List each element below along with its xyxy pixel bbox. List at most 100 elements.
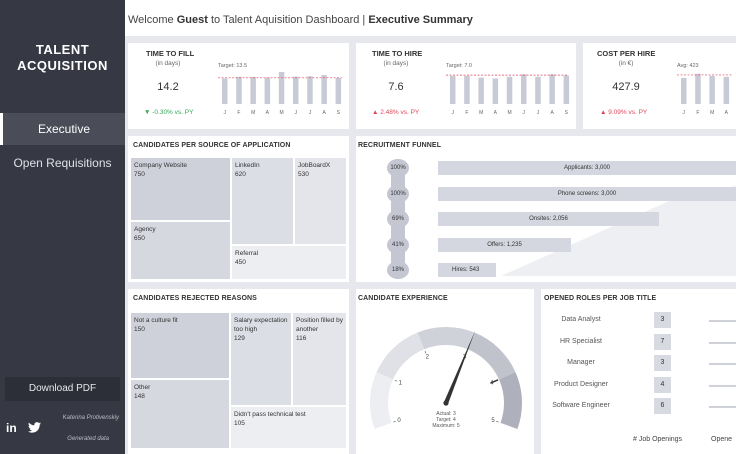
month-label: M bbox=[507, 110, 511, 116]
treemap-cell[interactable]: Other 148 bbox=[130, 379, 230, 449]
spark-bar[interactable] bbox=[293, 76, 299, 104]
spark-bar[interactable] bbox=[521, 74, 527, 104]
kpi-sparkbar-chart: Avg: 423 J F M A bbox=[677, 63, 732, 116]
funnel-stage-bar[interactable]: Hires: 543 bbox=[438, 263, 496, 277]
spark-bar[interactable] bbox=[335, 77, 342, 104]
kpi-title: TIME TO HIRE bbox=[372, 49, 423, 58]
treemap-cell[interactable]: JobBoardX 530 bbox=[294, 157, 347, 245]
candidate-experience-panel: CANDIDATE EXPERIENCE 012345Actual: 3Targ… bbox=[356, 289, 534, 454]
spark-bar[interactable] bbox=[222, 78, 228, 104]
spark-bar[interactable] bbox=[695, 73, 701, 104]
gauge-tick-label: 5 bbox=[491, 418, 495, 424]
role-count[interactable]: 7 bbox=[654, 333, 671, 350]
cell-value: 530 bbox=[298, 171, 309, 178]
funnel-stage-bar[interactable]: Phone screens: 3,000 bbox=[438, 186, 736, 201]
funnel-stage-percent: 100% bbox=[387, 184, 409, 203]
spark-bar[interactable] bbox=[709, 75, 715, 104]
spark-bar[interactable] bbox=[464, 75, 470, 104]
spark-bar[interactable] bbox=[723, 76, 730, 104]
treemap-cell[interactable]: Agency 650 bbox=[130, 221, 231, 280]
cell-value: 150 bbox=[134, 326, 145, 333]
role-bar bbox=[709, 384, 736, 387]
section-title: Executive Summary bbox=[368, 14, 473, 26]
spark-bar[interactable] bbox=[236, 76, 242, 104]
funnel-stage-bar[interactable]: Onsites: 2,056 bbox=[438, 212, 659, 226]
cell-label: Other bbox=[134, 384, 151, 391]
treemap-cell[interactable]: Referral 450 bbox=[231, 245, 347, 280]
kpi-title: COST PER HIRE bbox=[597, 49, 656, 58]
spark-bar[interactable] bbox=[321, 75, 327, 104]
role-count[interactable]: 4 bbox=[654, 376, 671, 393]
gauge-summary-label: Maximum: 5 bbox=[432, 423, 459, 429]
treemap-cell[interactable]: Salary expectation too high 129 bbox=[230, 312, 292, 406]
cell-label: Not a culture fit bbox=[134, 317, 178, 324]
footer-job-openings: # Job Openings bbox=[633, 436, 683, 443]
gauge-chart: 012345Actual: 3Target: 4Maximum: 5 bbox=[370, 327, 522, 429]
nav-item-open-requisitions[interactable]: Open Requisitions bbox=[0, 153, 125, 173]
funnel-stage-bar[interactable]: Applicants: 3,000 bbox=[438, 161, 736, 175]
user-name: Guest bbox=[176, 14, 208, 26]
spark-bar[interactable] bbox=[506, 76, 513, 104]
spark-bar[interactable] bbox=[450, 75, 456, 104]
opened-roles-panel: OPENED ROLES PER JOB TITLE Data Analyst 3… bbox=[541, 289, 736, 454]
generated-note: Generated data bbox=[67, 436, 109, 442]
treemap-cell[interactable]: Didn't pass technical test 105 bbox=[230, 406, 347, 449]
funnel-stage-bar[interactable]: Offers: 1,235 bbox=[438, 237, 571, 252]
role-count[interactable]: 3 bbox=[654, 312, 671, 328]
spark-bar[interactable] bbox=[549, 74, 555, 104]
role-count[interactable]: 3 bbox=[654, 355, 671, 371]
welcome-text: Welcome bbox=[128, 14, 174, 26]
role-count[interactable]: 6 bbox=[654, 398, 671, 414]
target-label: Target: 7.0 bbox=[446, 63, 472, 69]
linkedin-icon[interactable]: in bbox=[6, 421, 17, 435]
month-label: J bbox=[452, 110, 455, 116]
gauge-band bbox=[370, 372, 394, 429]
funnel-stage-percent: 18% bbox=[387, 261, 409, 279]
kpi-value: 427.9 bbox=[612, 81, 640, 93]
gauge-hub bbox=[443, 400, 449, 406]
kpi-sparkbar-chart: Target: 7.0 J F M A M J J A S bbox=[446, 63, 570, 116]
twitter-icon[interactable] bbox=[28, 422, 41, 433]
gauge-band bbox=[376, 332, 425, 380]
month-label: J bbox=[683, 110, 686, 116]
month-label: S bbox=[565, 110, 569, 116]
month-label: J bbox=[537, 110, 540, 116]
gauge-band bbox=[467, 332, 516, 380]
month-label: M bbox=[710, 110, 714, 116]
month-label: M bbox=[479, 110, 483, 116]
treemap-cell[interactable]: LinkedIn 620 bbox=[231, 157, 294, 245]
gauge-tick bbox=[394, 379, 398, 382]
funnel-stage-percent: 69% bbox=[387, 210, 409, 228]
kpi-unit: (in days) bbox=[155, 60, 181, 67]
spark-bar[interactable] bbox=[492, 78, 499, 104]
treemap-cell[interactable]: Position filled by another 116 bbox=[292, 312, 347, 406]
month-label: A bbox=[494, 110, 498, 116]
spark-bar[interactable] bbox=[563, 75, 570, 104]
panel-title: CANDIDATES PER SOURCE OF APPLICATION bbox=[133, 142, 291, 149]
funnel-stage-percent: 100% bbox=[387, 159, 409, 177]
gauge-tick-label: 1 bbox=[399, 381, 403, 387]
sidebar: TALENT ACQUISITION Executive Open Requis… bbox=[0, 0, 125, 454]
kpi-delta: ▲ 2.48% vs. PY bbox=[372, 109, 420, 116]
spark-bar[interactable] bbox=[250, 77, 256, 104]
role-name: Data Analyst bbox=[561, 316, 601, 323]
cell-value: 650 bbox=[134, 235, 145, 242]
nav-item-executive[interactable]: Executive bbox=[0, 113, 125, 145]
spark-bar[interactable] bbox=[478, 77, 484, 104]
spark-bar[interactable] bbox=[535, 76, 541, 104]
target-label: Target: 13.5 bbox=[218, 63, 247, 69]
header-middle-text: to Talent Aquisition Dashboard | bbox=[210, 14, 366, 26]
funnel-stage-percent: 41% bbox=[387, 235, 409, 254]
download-pdf-button[interactable]: Download PDF bbox=[5, 377, 120, 401]
treemap-cell[interactable]: Company Website 750 bbox=[130, 157, 231, 221]
spark-bar[interactable] bbox=[681, 77, 687, 104]
gauge-tick bbox=[393, 421, 396, 423]
kpi-title: TIME TO FILL bbox=[146, 49, 195, 58]
kpi-delta: ▲ 9.09% vs. PY bbox=[600, 109, 648, 116]
gauge-tick bbox=[424, 350, 427, 354]
spark-bar[interactable] bbox=[278, 71, 285, 104]
treemap-cell[interactable]: Not a culture fit 150 bbox=[130, 312, 230, 379]
spark-bar[interactable] bbox=[264, 77, 271, 104]
month-label: A bbox=[550, 110, 554, 116]
spark-bar[interactable] bbox=[307, 76, 313, 104]
